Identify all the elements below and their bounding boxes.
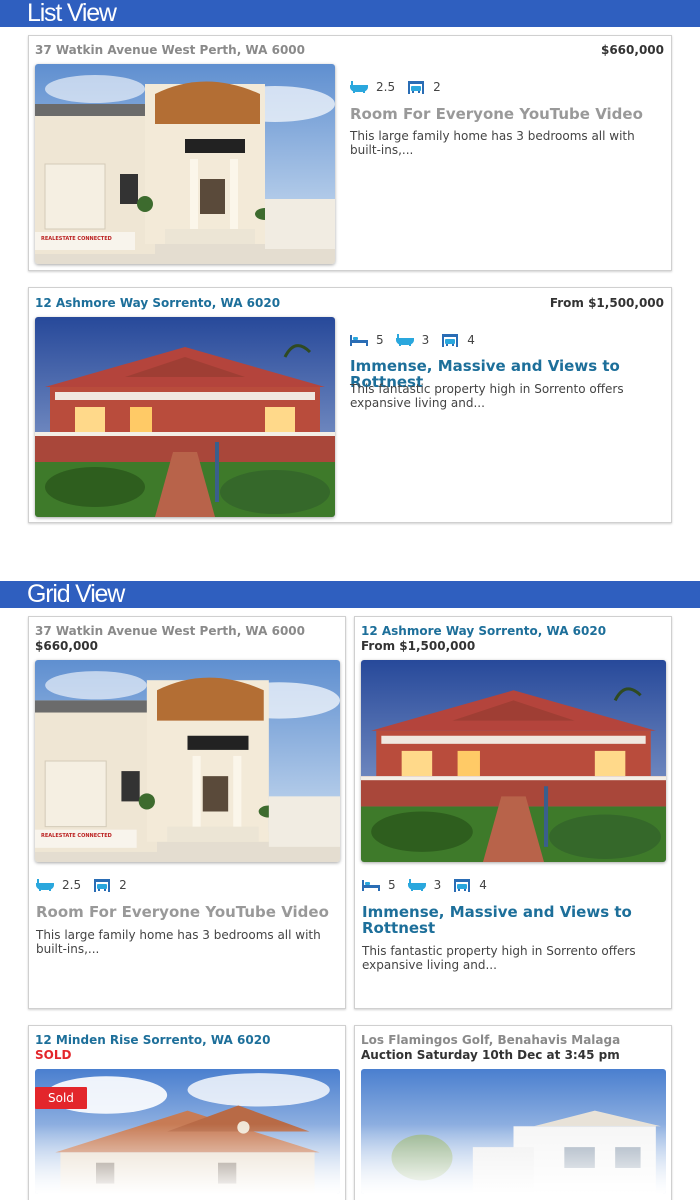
garage-icon: [441, 334, 459, 347]
feature-garages: 2: [407, 80, 441, 94]
bath-icon: [350, 81, 368, 93]
listing-excerpt: This large family home has 3 bedrooms al…: [350, 129, 635, 157]
grid-card[interactable]: 12 Minden Rise Sorrento, WA 6020 SOLD So…: [28, 1025, 346, 1200]
listing-features: 2.5 2: [36, 878, 139, 892]
listing-title[interactable]: Room For Everyone YouTube Video: [36, 904, 336, 920]
listing-excerpt: This large family home has 3 bedrooms al…: [36, 928, 321, 956]
baths-count: 2.5: [376, 80, 396, 94]
garages-count: 4: [479, 878, 487, 892]
listing-address[interactable]: Los Flamingos Golf, Benahavis Malaga: [361, 1033, 620, 1047]
baths-count: 2.5: [62, 878, 82, 892]
listing-features: 2.5 2: [350, 80, 453, 94]
list-view-heading: List View: [0, 0, 700, 27]
listing-features: 5 3 4: [362, 878, 499, 892]
garage-icon: [93, 879, 111, 892]
bed-icon: [350, 334, 368, 346]
listing-title[interactable]: Room For Everyone YouTube Video: [350, 106, 668, 122]
grid-view-heading: Grid View: [0, 581, 700, 608]
listing-photo[interactable]: [35, 317, 335, 517]
grid-card[interactable]: Los Flamingos Golf, Benahavis Malaga Auc…: [354, 1025, 672, 1200]
watermark-logo: REALESTATE CONNECTED: [41, 833, 112, 839]
feature-beds: 5: [362, 878, 396, 892]
grid-card[interactable]: 37 Watkin Avenue West Perth, WA 6000 $66…: [28, 616, 346, 1009]
photo-fade: [361, 1124, 666, 1194]
garage-icon: [453, 879, 471, 892]
listing-address[interactable]: 12 Ashmore Way Sorrento, WA 6020: [361, 624, 606, 638]
garages-count: 4: [467, 333, 475, 347]
garage-icon: [407, 81, 425, 94]
beds-count: 5: [388, 878, 396, 892]
feature-baths: 3: [396, 333, 430, 347]
feature-baths: 2.5: [36, 878, 81, 892]
feature-baths: 2.5: [350, 80, 395, 94]
listing-status: SOLD: [35, 1048, 72, 1062]
listing-price: From $1,500,000: [549, 296, 664, 310]
watermark-logo: REALESTATE CONNECTED: [41, 236, 112, 242]
listing-price: $660,000: [35, 639, 99, 653]
garages-count: 2: [433, 80, 441, 94]
listing-card[interactable]: 37 Watkin Avenue West Perth, WA 6000 $66…: [28, 35, 672, 271]
feature-garages: 2: [93, 878, 127, 892]
feature-garages: 4: [441, 333, 475, 347]
photo-fade: [35, 1124, 340, 1194]
listing-photo[interactable]: [361, 660, 666, 862]
feature-baths: 3: [408, 878, 442, 892]
listing-title[interactable]: Immense, Massive and Views to Rottnest: [362, 904, 662, 936]
listing-excerpt: This fantastic property high in Sorrento…: [350, 382, 624, 410]
listing-address[interactable]: 12 Minden Rise Sorrento, WA 6020: [35, 1033, 270, 1047]
listing-address[interactable]: 37 Watkin Avenue West Perth, WA 6000: [35, 624, 305, 638]
baths-count: 3: [421, 333, 430, 347]
feature-beds: 5: [350, 333, 384, 347]
listing-address[interactable]: 37 Watkin Avenue West Perth, WA 6000: [35, 43, 305, 57]
baths-count: 3: [433, 878, 442, 892]
listing-photo[interactable]: REALESTATE CONNECTED: [35, 660, 340, 862]
listing-price: $660,000: [600, 43, 664, 57]
feature-garages: 4: [453, 878, 487, 892]
listing-photo[interactable]: [361, 1069, 666, 1194]
garages-count: 2: [119, 878, 127, 892]
listing-features: 5 3 4: [350, 333, 487, 347]
listing-photo[interactable]: Sold: [35, 1069, 340, 1194]
bath-icon: [408, 879, 426, 891]
bath-icon: [36, 879, 54, 891]
grid-card[interactable]: 12 Ashmore Way Sorrento, WA 6020 From $1…: [354, 616, 672, 1009]
listing-auction: Auction Saturday 10th Dec at 3:45 pm: [361, 1048, 620, 1062]
listing-photo[interactable]: REALESTATE CONNECTED: [35, 64, 335, 264]
listing-address[interactable]: 12 Ashmore Way Sorrento, WA 6020: [35, 296, 280, 310]
bath-icon: [396, 334, 414, 346]
beds-count: 5: [376, 333, 384, 347]
listing-excerpt: This fantastic property high in Sorrento…: [362, 944, 636, 972]
listing-card[interactable]: 12 Ashmore Way Sorrento, WA 6020 From $1…: [28, 287, 672, 523]
listing-price: From $1,500,000: [361, 639, 476, 653]
bed-icon: [362, 879, 380, 891]
sold-badge: Sold: [35, 1087, 87, 1109]
